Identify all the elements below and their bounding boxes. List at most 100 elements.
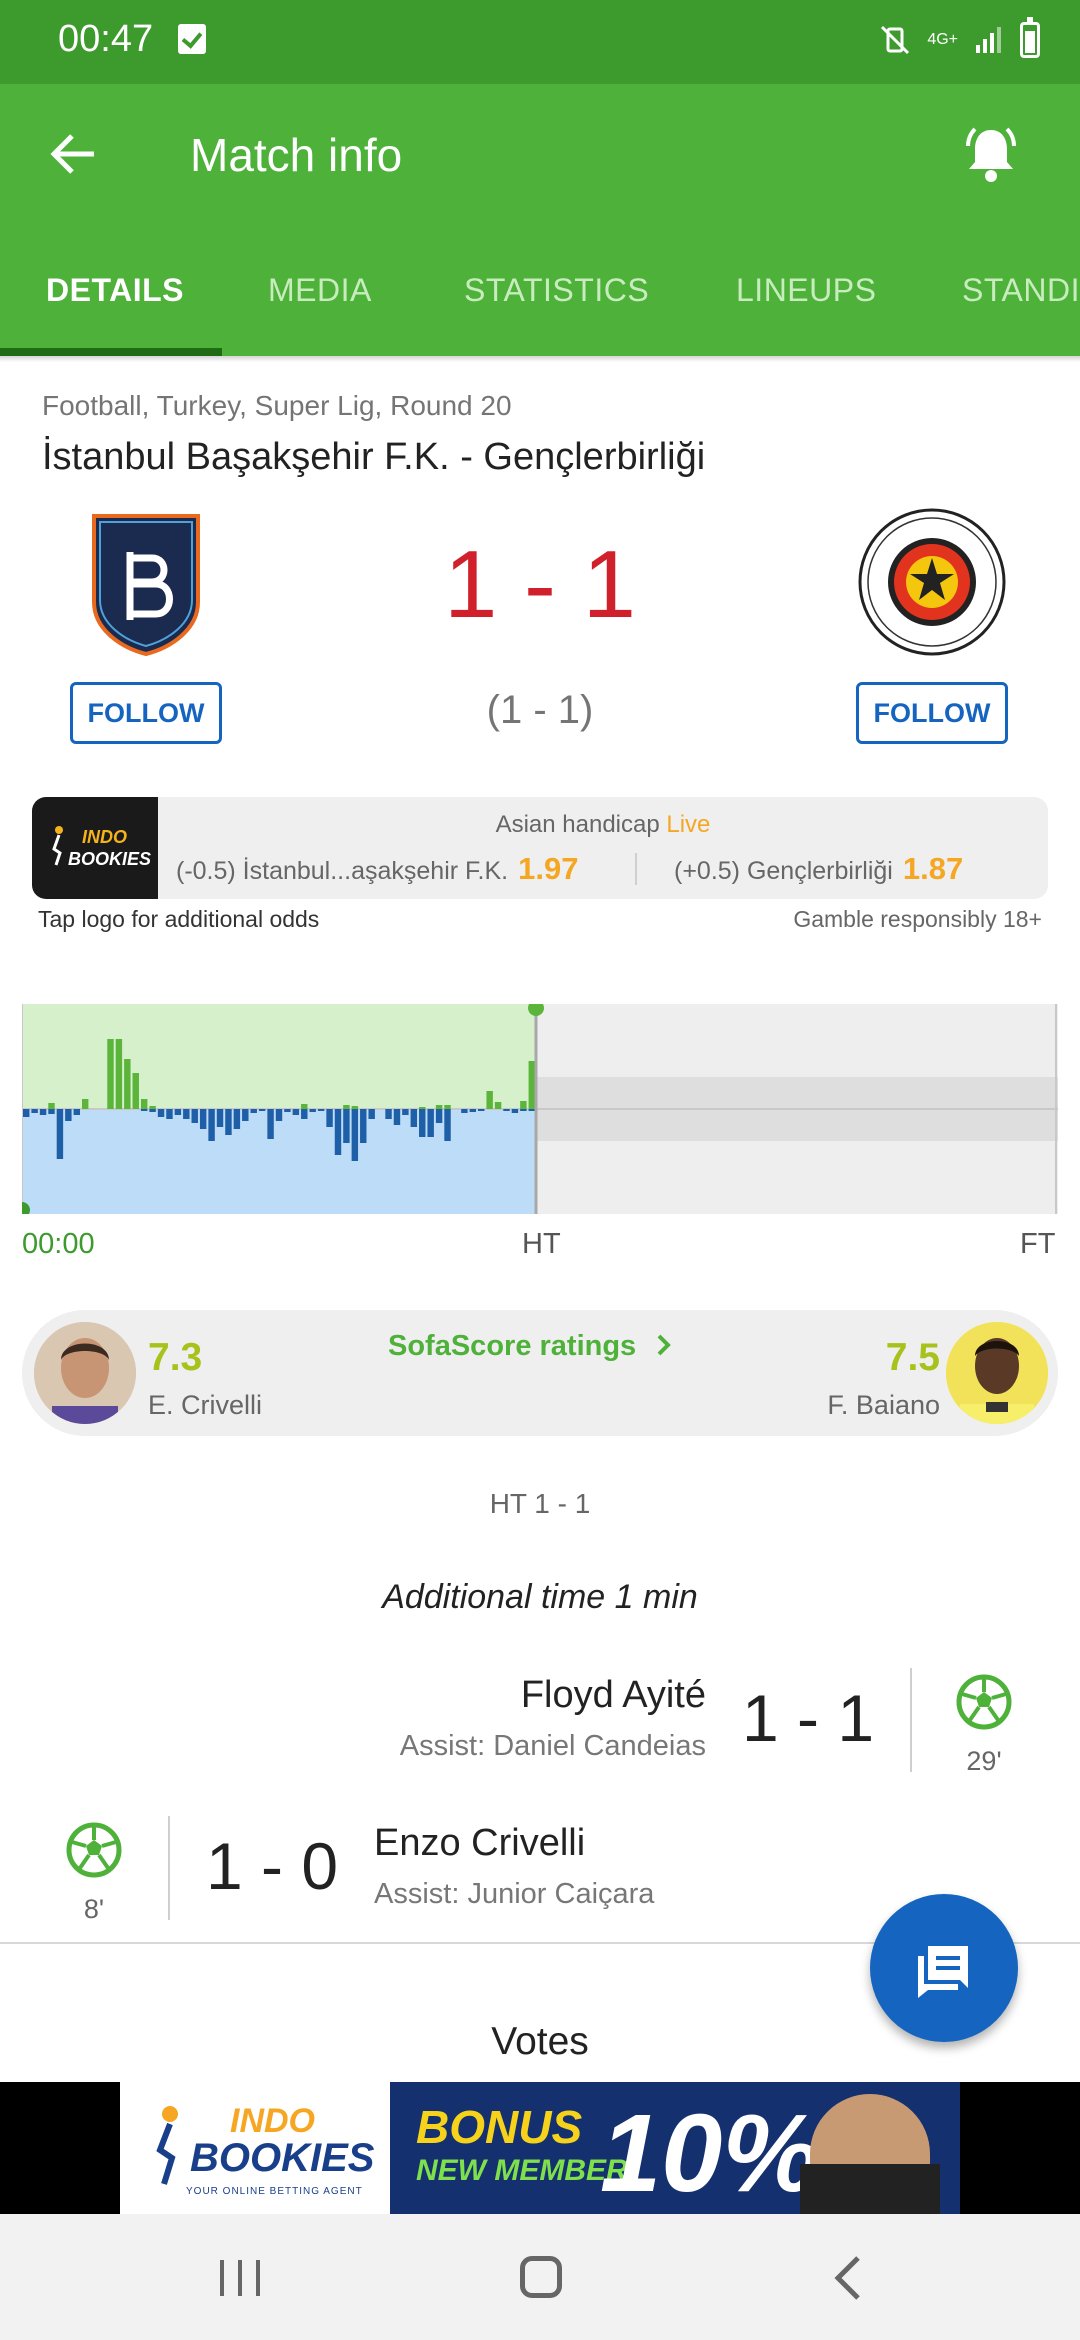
away-momentum-bar	[242, 1109, 249, 1121]
away-momentum-bar	[334, 1109, 342, 1155]
sofascore-ratings-link[interactable]: SofaScore ratings	[388, 1330, 676, 1363]
network-type: 4G+	[927, 31, 958, 48]
ad-player-image	[800, 2094, 940, 2214]
tab-standings[interactable]: STANDI	[962, 272, 1080, 309]
away-momentum-bar	[402, 1109, 409, 1115]
away-momentum-bar	[385, 1109, 392, 1119]
signal-icon	[976, 27, 1001, 53]
halftime-label: HT 1 - 1	[489, 1488, 591, 1519]
ad-creative[interactable]: INDO BOOKIES YOUR ONLINE BETTING AGENT B…	[120, 2082, 960, 2214]
home-momentum-bar	[486, 1091, 493, 1109]
home-momentum-bar	[301, 1104, 308, 1109]
away-momentum-bar	[140, 1109, 148, 1111]
goal-scorer: Floyd Ayité	[520, 1674, 706, 1716]
odds-tap-note: Tap logo for additional odds	[38, 906, 320, 932]
match-title: İstanbul Başakşehir F.K. - Gençlerbirliğ…	[42, 436, 706, 478]
home-momentum-bar	[494, 1102, 502, 1109]
notification-bell-icon[interactable]	[958, 122, 1024, 188]
away-momentum-bar	[461, 1109, 468, 1113]
away-momentum-bar	[23, 1109, 30, 1117]
odds-home-option[interactable]: (-0.5) İstanbul...aşakşehir F.K. 1.97	[176, 851, 578, 887]
away-momentum-bar	[520, 1109, 527, 1111]
away-momentum-bar	[233, 1109, 241, 1129]
player-avatar-left-icon	[34, 1322, 136, 1424]
ad-logo-panel: INDO BOOKIES YOUR ONLINE BETTING AGENT	[120, 2082, 390, 2214]
goal-score: 1 - 1	[742, 1681, 875, 1755]
follow-away-button[interactable]: FOLLOW	[856, 682, 1008, 744]
away-momentum-bar	[275, 1109, 283, 1121]
attack-momentum-graph[interactable]	[22, 1004, 1058, 1214]
notification-check-icon	[178, 24, 206, 54]
home-icon[interactable]	[520, 2256, 562, 2298]
away-momentum-bar	[73, 1109, 80, 1115]
home-momentum-bar	[107, 1039, 114, 1109]
bookmaker-figure-icon	[52, 826, 63, 866]
away-momentum-bar	[31, 1109, 38, 1113]
system-back-icon[interactable]	[828, 2254, 868, 2302]
away-momentum-bar	[39, 1109, 47, 1115]
away-momentum-bar	[343, 1109, 350, 1143]
tab-indicator	[0, 348, 222, 356]
goal-assist: Assist: Junior Caiçara	[374, 1878, 655, 1910]
ad-tagline: YOUR ONLINE BETTING AGENT	[186, 2186, 363, 2197]
home-team-logo[interactable]	[90, 510, 202, 656]
goal-minute: 8'	[83, 1894, 105, 1924]
away-momentum-bar	[528, 1109, 535, 1111]
tab-lineups[interactable]: LINEUPS	[736, 272, 876, 309]
away-team-logo[interactable]	[858, 508, 1006, 656]
away-momentum-bar	[317, 1109, 325, 1111]
away-momentum-bar	[183, 1109, 190, 1119]
additional-time-label: Additional time 1 min	[382, 1578, 698, 1616]
avatar	[34, 1322, 136, 1424]
home-momentum-bar	[343, 1105, 350, 1109]
away-momentum-bar	[65, 1109, 72, 1121]
page-title: Match info	[190, 129, 403, 181]
away-momentum-bar	[360, 1109, 367, 1143]
away-momentum-bar	[511, 1109, 519, 1113]
odds-home-value: 1.97	[518, 851, 579, 886]
right-player-name: F. Baiano	[827, 1390, 940, 1420]
home-momentum-bar	[419, 1107, 426, 1109]
home-momentum-bar	[351, 1106, 359, 1109]
home-momentum-bar	[444, 1105, 451, 1109]
tab-details[interactable]: DETAILS	[46, 272, 184, 309]
avatar	[946, 1322, 1048, 1424]
back-arrow-icon[interactable]	[44, 124, 104, 184]
left-player-name: E. Crivelli	[148, 1390, 263, 1420]
tab-bar: DETAILS MEDIA STATISTICS LINEUPS STANDI	[0, 234, 1080, 356]
ad-percent-text: 10%	[600, 2092, 821, 2214]
gamble-note: Gamble responsibly 18+	[793, 906, 1042, 932]
ad-banner[interactable]: INDO BOOKIES YOUR ONLINE BETTING AGENT B…	[0, 2082, 1080, 2214]
home-momentum-bar	[520, 1101, 527, 1109]
system-nav-bar	[0, 2214, 1080, 2340]
battery-icon	[1020, 17, 1040, 58]
chat-fab-button[interactable]	[870, 1894, 1018, 2042]
away-momentum-bar	[267, 1109, 274, 1139]
home-momentum-bar	[435, 1105, 443, 1109]
home-momentum-bar	[132, 1073, 139, 1109]
away-momentum-bar	[444, 1109, 451, 1141]
status-bar: 00:47 4G+	[0, 0, 1080, 84]
bookmaker-logo[interactable]: INDO BOOKIES	[32, 797, 158, 899]
player-avatar-right-icon	[946, 1322, 1048, 1424]
away-momentum-bar	[48, 1109, 55, 1114]
home-momentum-bar	[115, 1039, 123, 1109]
home-momentum-bar	[149, 1106, 156, 1109]
follow-home-button[interactable]: FOLLOW	[70, 682, 222, 744]
recent-apps-icon[interactable]	[218, 2258, 262, 2298]
tabs-shadow	[0, 356, 1080, 362]
left-player-rating: 7.3	[148, 1336, 203, 1379]
odds-separator	[635, 853, 637, 885]
bookmaker-logo-line1: INDO	[82, 827, 127, 847]
away-momentum-area	[22, 1109, 536, 1214]
ad-new-member-text: NEW MEMBER	[416, 2154, 628, 2187]
tab-media[interactable]: MEDIA	[268, 272, 372, 309]
goal-score: 1 - 0	[206, 1829, 339, 1903]
odds-away-option[interactable]: (+0.5) Gençlerbirliği 1.87	[674, 851, 963, 887]
away-momentum-bar	[208, 1109, 215, 1141]
away-momentum-bar	[503, 1109, 510, 1111]
player-ratings-card[interactable]: 7.3 E. Crivelli SofaScore ratings 7.5 F.…	[22, 1310, 1058, 1436]
odds-market: Asian handicap	[495, 811, 660, 838]
away-momentum-bar	[157, 1109, 165, 1117]
tab-statistics[interactable]: STATISTICS	[464, 272, 649, 309]
